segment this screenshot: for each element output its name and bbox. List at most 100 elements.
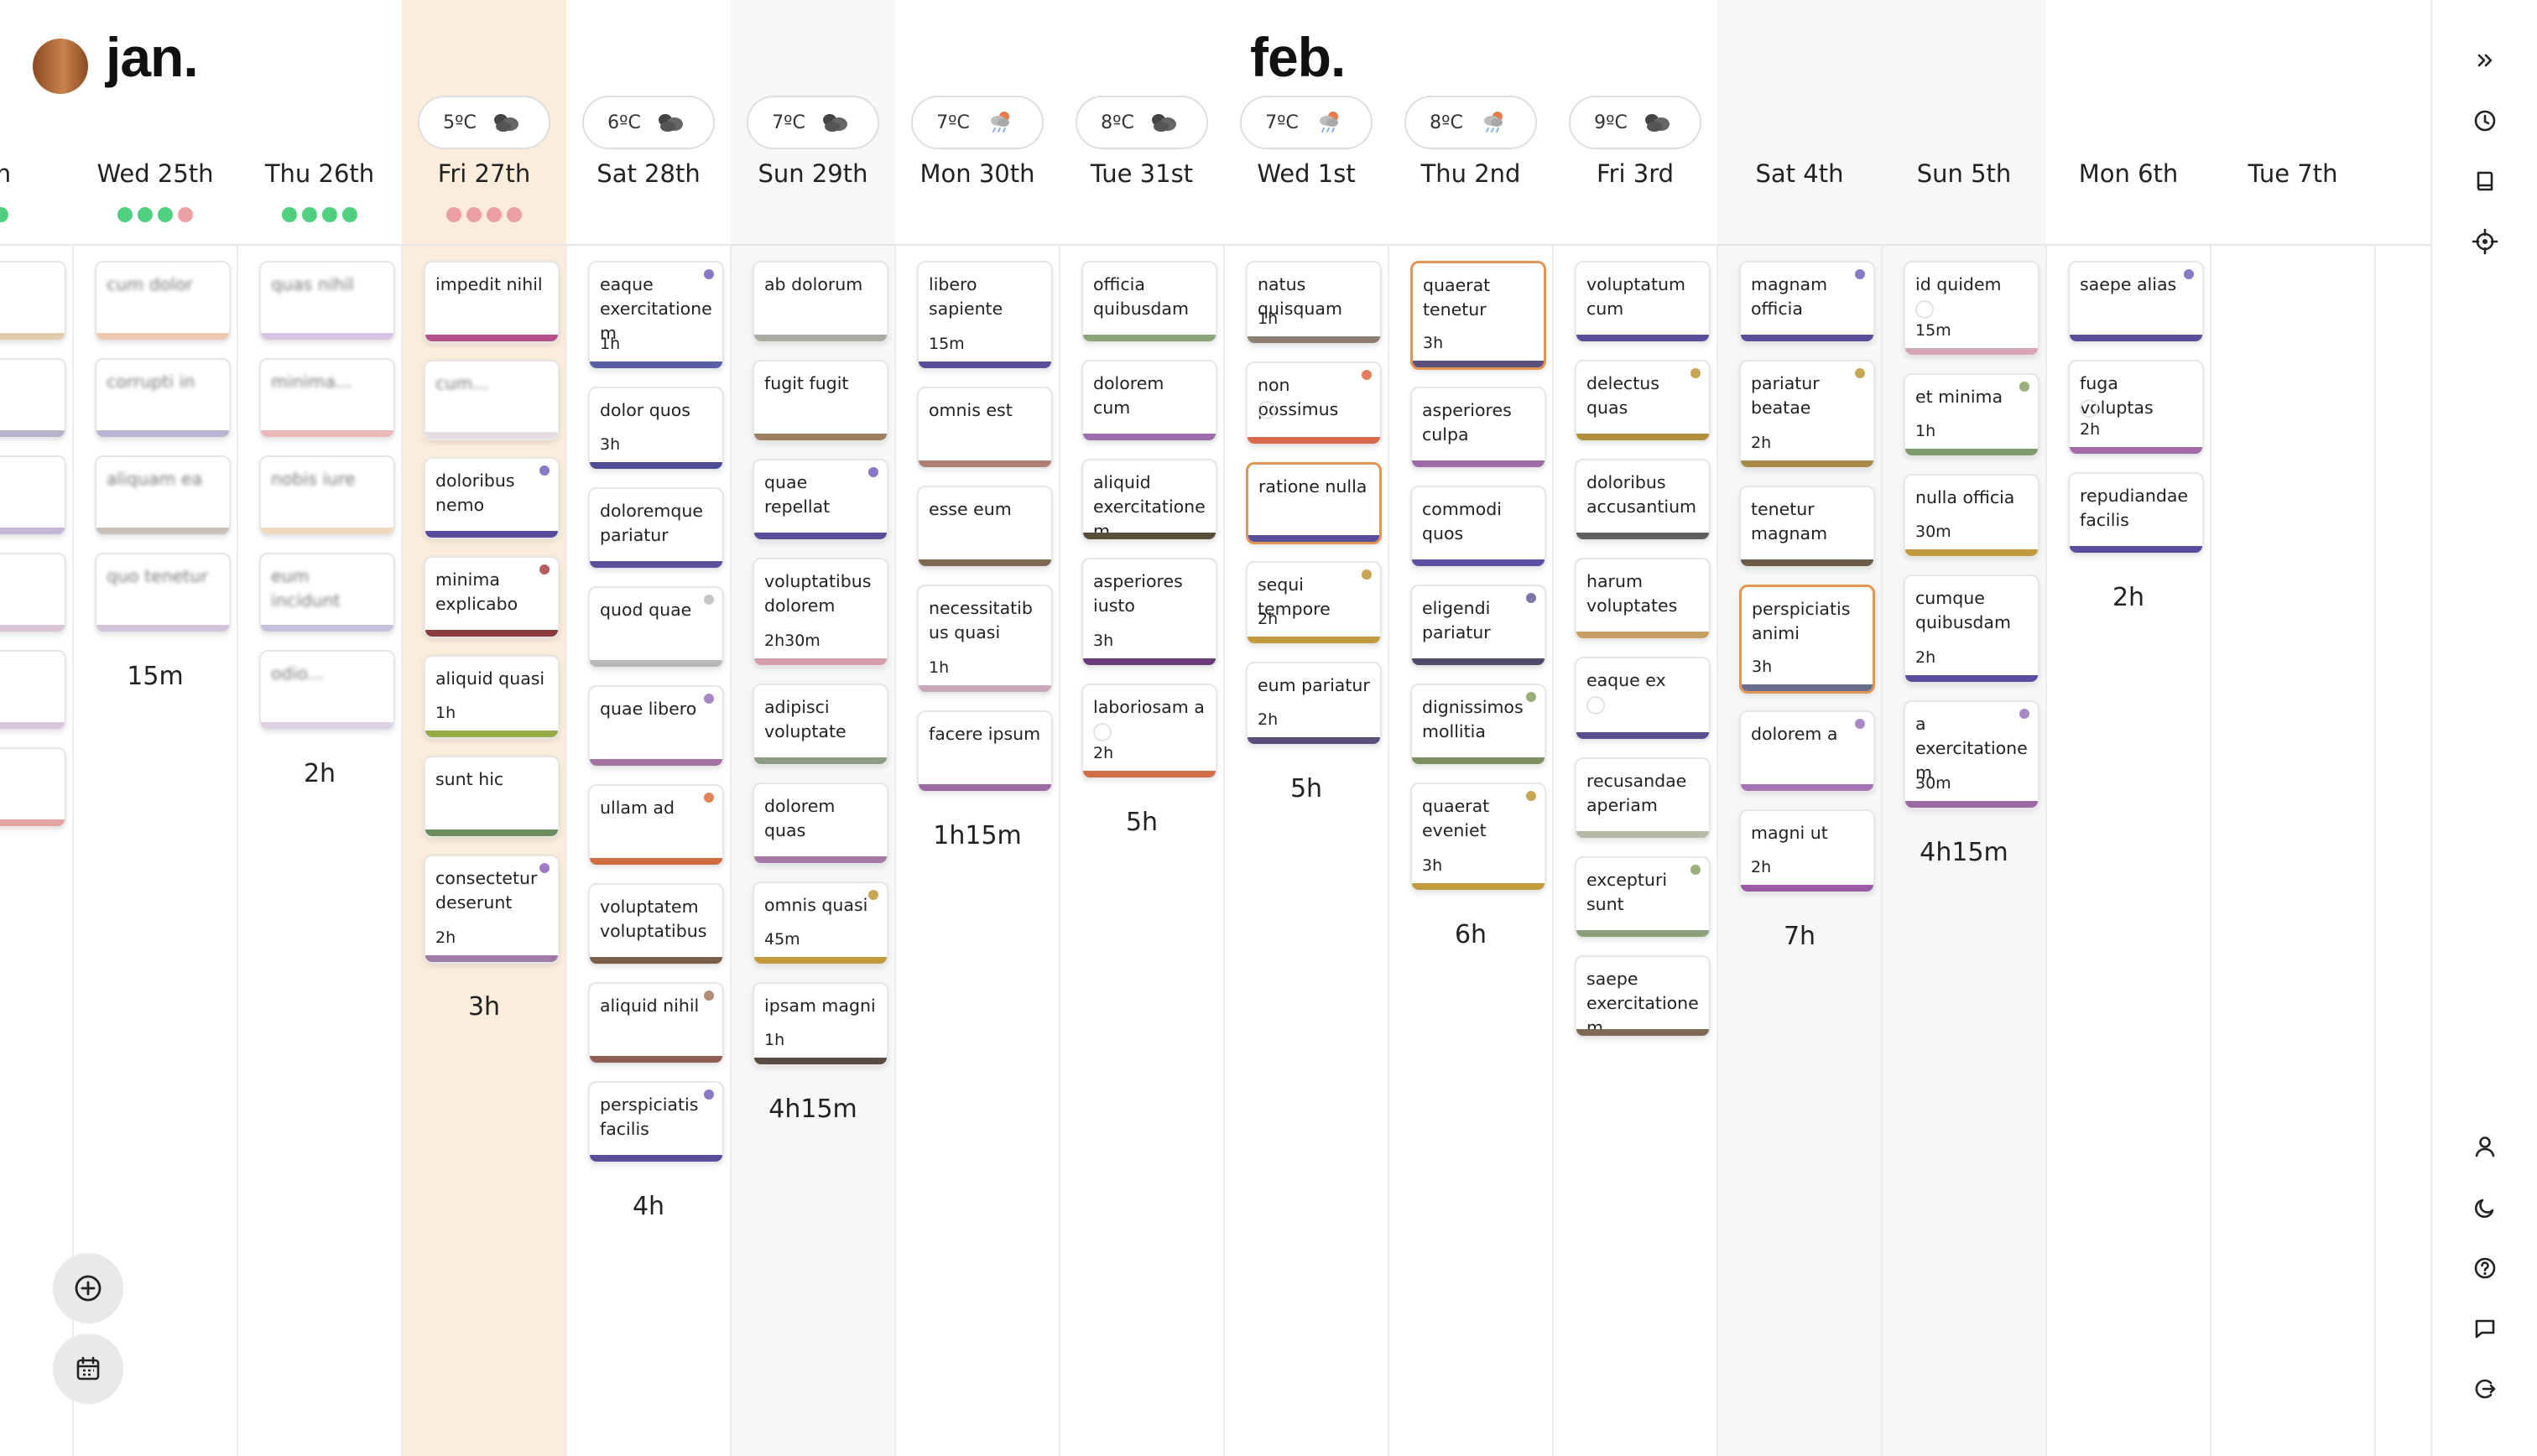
task-card[interactable]: ... [0, 747, 66, 828]
habit-dot[interactable] [178, 207, 193, 222]
task-card[interactable] [0, 650, 66, 731]
task-card[interactable]: quaerat eveniet 3h [1410, 783, 1546, 892]
habit-dot[interactable] [342, 207, 357, 222]
dark-mode-toggle[interactable] [2468, 1191, 2502, 1225]
task-card[interactable]: corrupti in [95, 358, 231, 439]
task-card[interactable]: minima explicabo [424, 556, 560, 638]
task-card[interactable]: libero sapiente 15m [917, 261, 1053, 370]
day-header[interactable]: W [2375, 159, 2430, 188]
day-header[interactable]: Mon 6th [2046, 159, 2211, 188]
task-card[interactable]: ipsam magni 1h [753, 982, 888, 1066]
task-card[interactable]: cum dolor [95, 261, 231, 341]
logout-button[interactable] [2468, 1372, 2502, 1406]
task-card[interactable]: harum voluptates [1575, 558, 1711, 640]
habit-dot[interactable] [507, 207, 522, 222]
task-card[interactable]: sunt hic [424, 756, 560, 838]
complete-checkbox[interactable] [1915, 300, 1934, 319]
task-card[interactable]: repudiandae facilis [2068, 472, 2204, 554]
task-card[interactable]: commodi quos [1410, 486, 1546, 568]
weather-pill[interactable]: 8ºC [1404, 96, 1537, 149]
task-card[interactable]: ab dolorum [753, 261, 888, 343]
complete-checkbox[interactable] [1093, 723, 1112, 741]
weather-pill[interactable]: 8ºC [1076, 96, 1208, 149]
task-card[interactable]: doloribus accusantium [1575, 459, 1711, 541]
day-header[interactable]: Sun 29th [731, 159, 895, 188]
focus-button[interactable] [2468, 225, 2502, 258]
task-card[interactable]: nobis iure [259, 455, 395, 536]
task-card[interactable]: nulla officia 30m [1904, 474, 2039, 558]
task-card[interactable]: perspiciatis facilis [588, 1081, 724, 1163]
weather-pill[interactable]: 9ºC [1569, 96, 1701, 149]
task-card[interactable]: doloribus nemo [424, 457, 560, 539]
day-header[interactable]: Sun 5th [1882, 159, 2046, 188]
task-card[interactable]: saepe alias [2068, 261, 2204, 343]
habit-dot[interactable] [487, 207, 502, 222]
weather-pill[interactable]: 7ºC [911, 96, 1044, 149]
task-card[interactable]: dolorem quas [753, 783, 888, 865]
task-card[interactable]: fugit fugit [753, 360, 888, 442]
task-card[interactable]: a exercitationem 30m [1904, 700, 2039, 809]
task-card[interactable]: ror [0, 455, 66, 536]
day-header[interactable]: Sat 4th [1717, 159, 1882, 188]
day-header[interactable]: Tue 31st [1060, 159, 1224, 188]
habit-dot[interactable] [446, 207, 461, 222]
task-card[interactable]: eaque exercitationem 1h [588, 261, 724, 370]
task-card[interactable]: eligendi pariatur [1410, 585, 1546, 667]
weather-pill[interactable]: 6ºC [582, 96, 715, 149]
task-card[interactable]: necessitatibus quasi 1h [917, 585, 1053, 694]
complete-checkbox[interactable] [2080, 399, 2098, 418]
profile-button[interactable] [2468, 1130, 2502, 1163]
add-task-button[interactable] [53, 1253, 123, 1323]
task-card[interactable]: officia quibusdam [1081, 261, 1217, 343]
task-card[interactable]: asperiores culpa [1410, 387, 1546, 469]
habit-dot[interactable] [158, 207, 173, 222]
task-card[interactable]: perspiciatis animi 3h [1739, 585, 1875, 694]
help-button[interactable] [2468, 1251, 2502, 1285]
task-card[interactable]: sequi tempore 2h [1246, 561, 1382, 645]
collapse-button[interactable] [2468, 44, 2502, 77]
task-card[interactable] [0, 358, 66, 439]
task-card[interactable]: fuga voluptas 2h [2068, 360, 2204, 455]
task-card[interactable]: recusandae aperiam [1575, 757, 1711, 840]
complete-checkbox[interactable] [1258, 401, 1276, 419]
task-card[interactable] [0, 261, 66, 341]
task-card[interactable]: dignissimos mollitia [1410, 684, 1546, 766]
notes-button[interactable] [2468, 164, 2502, 198]
task-card[interactable]: aliquid quasi 1h [424, 655, 560, 739]
task-card[interactable]: facere ipsum [917, 710, 1053, 793]
habit-dot[interactable] [117, 207, 133, 222]
task-card[interactable]: magnam officia [1739, 261, 1875, 343]
task-card[interactable]: cumque quibusdam 2h [1904, 575, 2039, 684]
task-card[interactable]: odio... [259, 650, 395, 731]
day-header[interactable]: Thu 26th [237, 159, 402, 188]
task-card[interactable]: quae repellat [753, 459, 888, 541]
calendar-button[interactable] [53, 1334, 123, 1404]
habit-dot[interactable] [322, 207, 337, 222]
task-card[interactable]: non possimus [1246, 361, 1382, 445]
day-header[interactable]: Mon 30th [895, 159, 1060, 188]
task-card[interactable]: unt [0, 553, 66, 633]
task-card[interactable]: aliquid exercitationem [1081, 459, 1217, 541]
day-header[interactable]: Wed 1st [1224, 159, 1388, 188]
task-card[interactable]: tenetur magnam [1739, 486, 1875, 568]
weather-pill[interactable]: 7ºC [747, 96, 879, 149]
task-card[interactable]: voluptatum cum [1575, 261, 1711, 343]
avatar[interactable] [33, 39, 88, 94]
task-card[interactable]: eaque ex [1575, 657, 1711, 741]
task-card[interactable]: dolor quos 3h [588, 387, 724, 471]
task-card[interactable]: laboriosam a 2h [1081, 684, 1217, 779]
task-card[interactable]: doloremque pariatur [588, 487, 724, 569]
task-card[interactable]: pariatur beatae 2h [1739, 360, 1875, 469]
task-card[interactable]: quas nihil [259, 261, 395, 341]
task-card[interactable]: excepturi sunt [1575, 856, 1711, 939]
day-header[interactable]: Fri 3rd [1553, 159, 1717, 188]
task-card[interactable]: quod quae [588, 586, 724, 668]
task-card[interactable]: consectetur deserunt 2h [424, 855, 560, 964]
task-card[interactable]: aliquid nihil [588, 982, 724, 1064]
habit-dot[interactable] [282, 207, 297, 222]
task-card[interactable]: eum pariatur 2h [1246, 662, 1382, 746]
feedback-button[interactable] [2468, 1312, 2502, 1345]
task-card[interactable]: dolorem a [1739, 710, 1875, 793]
task-card[interactable]: impedit nihil [424, 261, 560, 343]
task-card[interactable]: dolorem cum [1081, 360, 1217, 442]
